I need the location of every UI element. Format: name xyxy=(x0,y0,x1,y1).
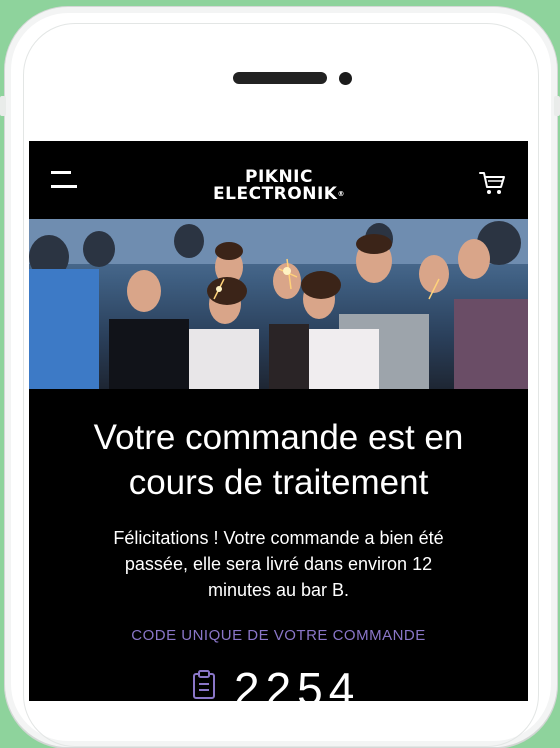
phone-camera xyxy=(339,72,352,85)
menu-icon[interactable] xyxy=(51,171,79,191)
order-confirmation-message: Félicitations ! Votre commande a bien ét… xyxy=(113,528,444,600)
app-screen: PIKNIC ELECTRONIK® Votre commande est en… xyxy=(29,141,528,701)
hero-crowd-photo xyxy=(29,219,528,389)
phone-speaker xyxy=(233,72,327,84)
order-code-row: 2254 xyxy=(29,658,528,701)
cart-icon[interactable] xyxy=(478,169,506,197)
brand-logo[interactable]: PIKNIC ELECTRONIK® xyxy=(209,169,349,203)
phone-side-button-left xyxy=(0,96,6,116)
logo-line-2: ELECTRONIK® xyxy=(213,184,345,204)
clipboard-icon xyxy=(193,670,215,699)
order-code-label: CODE UNIQUE DE VOTRE COMMANDE xyxy=(131,627,426,644)
order-status-title: Votre commande est en cours de traitemen… xyxy=(93,418,464,502)
phone-side-button-right xyxy=(554,96,560,116)
top-navbar: PIKNIC ELECTRONIK® xyxy=(29,141,528,219)
order-code-value: 2254 xyxy=(234,663,361,701)
order-confirmation: Votre commande est en cours de traitemen… xyxy=(29,389,528,701)
